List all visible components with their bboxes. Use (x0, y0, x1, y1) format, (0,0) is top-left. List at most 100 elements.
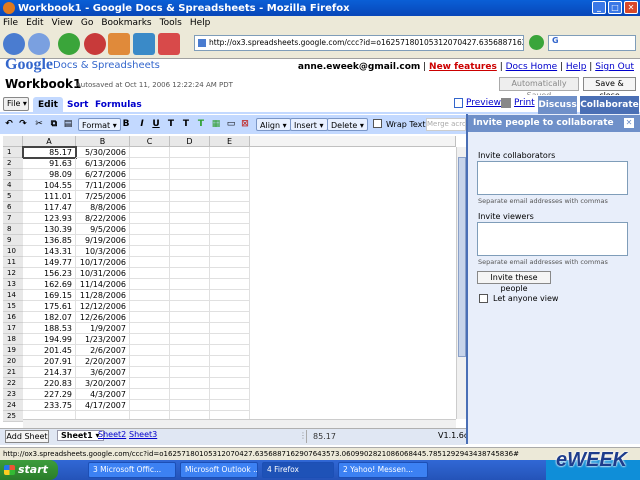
grid-cell[interactable] (170, 356, 210, 367)
horizontal-scrollbar[interactable] (23, 419, 456, 428)
back-icon[interactable] (3, 33, 25, 55)
add-sheet-button[interactable]: Add Sheet (5, 430, 49, 443)
grid-cell[interactable]: 104.55 (23, 180, 76, 191)
grid-cell[interactable] (210, 389, 250, 400)
row-header[interactable]: 16 (3, 312, 23, 323)
grid-cell[interactable] (170, 169, 210, 180)
align-dropdown[interactable]: Align ▾ (256, 118, 291, 131)
grid-cell[interactable]: 3/20/2007 (76, 378, 130, 389)
grid-corner[interactable] (3, 136, 23, 147)
grid-cell[interactable] (210, 400, 250, 411)
grid-cell[interactable]: 1/23/2007 (76, 334, 130, 345)
scrollbar-thumb[interactable] (458, 157, 466, 357)
taskbar-item-firefox[interactable]: 4 Firefox (262, 462, 334, 478)
grid-cell[interactable]: 4/17/2007 (76, 400, 130, 411)
grid-cell[interactable] (210, 290, 250, 301)
row-header[interactable]: 24 (3, 400, 23, 411)
menu-view[interactable]: View (52, 18, 73, 28)
grid-cell[interactable] (170, 224, 210, 235)
grid-cell[interactable]: 162.69 (23, 279, 76, 290)
start-button[interactable]: start (0, 460, 58, 480)
new-features-link[interactable]: New features (429, 62, 497, 72)
merge-across-button[interactable]: Merge across (426, 118, 466, 131)
reload-icon[interactable] (58, 33, 80, 55)
menu-bookmarks[interactable]: Bookmarks (101, 18, 151, 28)
taskbar-item-yahoo[interactable]: 2 Yahoo! Messen... (338, 462, 428, 478)
grid-cell[interactable] (170, 180, 210, 191)
help-link[interactable]: Help (566, 62, 587, 72)
tab-sort[interactable]: Sort (62, 97, 93, 113)
redo-icon[interactable]: ↷ (18, 118, 28, 131)
insert-dropdown[interactable]: Insert ▾ (290, 118, 328, 131)
grid-cell[interactable] (130, 257, 170, 268)
grid-cell[interactable] (210, 345, 250, 356)
font-size-icon[interactable]: T (181, 118, 191, 131)
grid-cell[interactable]: 2/20/2007 (76, 356, 130, 367)
go-icon[interactable] (529, 35, 544, 50)
grid-cell[interactable]: 149.77 (23, 257, 76, 268)
home-icon[interactable] (133, 33, 155, 55)
grid-cell[interactable] (210, 147, 250, 158)
row-header[interactable]: 11 (3, 257, 23, 268)
grid-cell[interactable]: 194.99 (23, 334, 76, 345)
close-panel-icon[interactable]: ✕ (624, 118, 634, 128)
grid-cell[interactable] (170, 235, 210, 246)
grid-cell[interactable] (210, 312, 250, 323)
column-header-b[interactable]: B (76, 136, 130, 147)
grid-cell[interactable] (210, 169, 250, 180)
borders-icon[interactable]: ▭ (226, 118, 236, 131)
taskbar-item-outlook[interactable]: Microsoft Outlook ... (180, 462, 258, 478)
viewers-email-input[interactable] (477, 222, 628, 256)
grid-cell[interactable]: 182.07 (23, 312, 76, 323)
grid-cell[interactable]: 1/9/2007 (76, 323, 130, 334)
preview-link[interactable]: Preview (466, 98, 501, 108)
grid-cell[interactable] (130, 312, 170, 323)
grid-cell[interactable] (210, 180, 250, 191)
grid-cell[interactable] (130, 202, 170, 213)
column-header-e[interactable]: E (210, 136, 250, 147)
grid-cell[interactable]: 10/17/2006 (76, 257, 130, 268)
grid-cell[interactable]: 117.47 (23, 202, 76, 213)
minimize-button[interactable]: _ (592, 1, 606, 14)
vertical-scrollbar[interactable] (456, 147, 466, 419)
row-header[interactable]: 12 (3, 268, 23, 279)
print-link[interactable]: Print (514, 98, 535, 108)
grid-cell[interactable] (130, 389, 170, 400)
column-header-d[interactable]: D (170, 136, 210, 147)
grid-cell[interactable]: 8/22/2006 (76, 213, 130, 224)
grid-cell[interactable]: 3/6/2007 (76, 367, 130, 378)
grid-cell[interactable] (170, 345, 210, 356)
row-header[interactable]: 8 (3, 224, 23, 235)
wrap-text-checkbox[interactable] (373, 119, 382, 128)
grid-cell[interactable]: 214.37 (23, 367, 76, 378)
format-dropdown[interactable]: Format ▾ (78, 118, 121, 131)
grid-cell[interactable] (130, 356, 170, 367)
grid-cell[interactable] (210, 202, 250, 213)
grid-cell[interactable] (130, 290, 170, 301)
grid-cell[interactable] (130, 301, 170, 312)
grid-cell[interactable]: 7/11/2006 (76, 180, 130, 191)
grid-cell[interactable] (170, 202, 210, 213)
grid-cell[interactable]: 11/28/2006 (76, 290, 130, 301)
grid-cell[interactable] (130, 246, 170, 257)
maximize-button[interactable]: □ (608, 1, 622, 14)
grid-cell[interactable] (130, 169, 170, 180)
row-header[interactable]: 14 (3, 290, 23, 301)
grid-cell[interactable]: 188.53 (23, 323, 76, 334)
row-header[interactable]: 23 (3, 389, 23, 400)
menu-tools[interactable]: Tools (160, 18, 182, 28)
sheet-tab-1[interactable]: Sheet1 ▾ (57, 430, 104, 441)
grid-cell[interactable]: 169.15 (23, 290, 76, 301)
grid-cell[interactable]: 11/14/2006 (76, 279, 130, 290)
bold-icon[interactable]: B (121, 118, 131, 131)
grid-cell[interactable] (210, 301, 250, 312)
grid-cell[interactable] (170, 378, 210, 389)
grid-cell[interactable] (170, 301, 210, 312)
search-input[interactable]: G (548, 35, 636, 51)
grid-cell[interactable]: 2/6/2007 (76, 345, 130, 356)
grid-cell[interactable]: 143.31 (23, 246, 76, 257)
tab-discuss[interactable]: Discuss (538, 96, 577, 114)
grid-cell[interactable]: 207.91 (23, 356, 76, 367)
sheet-tab-3[interactable]: Sheet3 (129, 430, 157, 439)
undo-icon[interactable]: ↶ (4, 118, 14, 131)
